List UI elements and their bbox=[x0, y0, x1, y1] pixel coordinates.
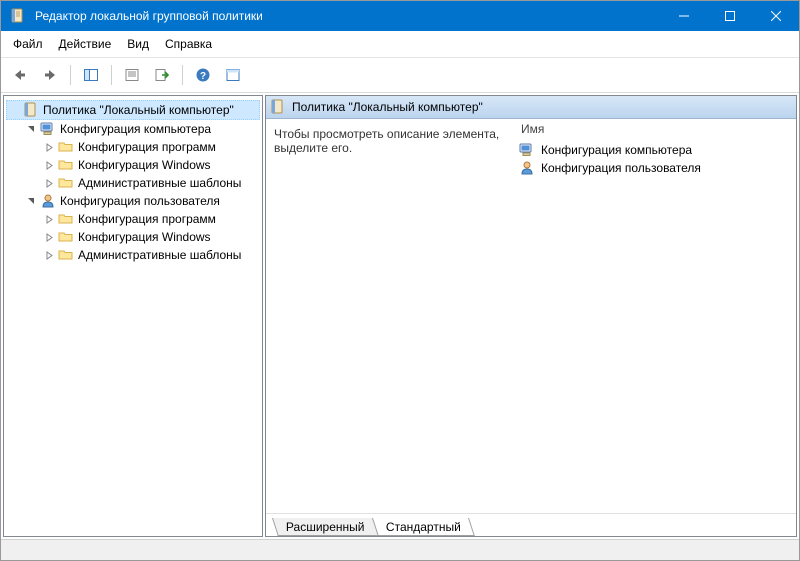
list-item-label: Конфигурация пользователя bbox=[541, 161, 701, 175]
policy-tree[interactable]: ▶ Политика "Локальный компьютер" bbox=[4, 96, 262, 536]
toolbar-separator bbox=[111, 65, 112, 85]
title-bar[interactable]: Редактор локальной групповой политики bbox=[1, 1, 799, 31]
column-header-name[interactable]: Имя bbox=[515, 119, 796, 139]
view-tabs: Расширенный Стандартный bbox=[266, 513, 796, 536]
toolbar: ? bbox=[1, 58, 799, 93]
description-text: Чтобы просмотреть описание элемента, выд… bbox=[274, 127, 504, 155]
details-header-text: Политика "Локальный компьютер" bbox=[292, 100, 483, 114]
status-bar bbox=[1, 539, 799, 560]
forward-button[interactable] bbox=[37, 62, 63, 88]
details-header: Политика "Локальный компьютер" bbox=[266, 96, 796, 119]
minimize-button[interactable] bbox=[661, 1, 707, 31]
list-item-label: Конфигурация компьютера bbox=[541, 143, 692, 157]
tree-pane: ▶ Политика "Локальный компьютер" bbox=[3, 95, 263, 537]
tree-label: Конфигурация Windows bbox=[78, 158, 211, 172]
tree-user-config[interactable]: Конфигурация пользователя bbox=[24, 192, 260, 210]
user-icon bbox=[519, 160, 535, 176]
tree-root[interactable]: ▶ Политика "Локальный компьютер" bbox=[6, 100, 260, 120]
toolbar-separator bbox=[182, 65, 183, 85]
menu-action[interactable]: Действие bbox=[53, 35, 118, 53]
tree-label: Конфигурация компьютера bbox=[60, 122, 211, 136]
maximize-button[interactable] bbox=[707, 1, 753, 31]
window-title: Редактор локальной групповой политики bbox=[35, 9, 661, 23]
tree-admin-templates[interactable]: Административные шаблоны bbox=[42, 246, 260, 264]
description-pane: Чтобы просмотреть описание элемента, выд… bbox=[266, 119, 515, 513]
tree-twisty-collapsed[interactable] bbox=[42, 158, 56, 172]
folder-icon bbox=[58, 157, 74, 173]
tree-windows-settings[interactable]: Конфигурация Windows bbox=[42, 228, 260, 246]
tree-twisty-collapsed[interactable] bbox=[42, 230, 56, 244]
tree-software-settings[interactable]: Конфигурация программ bbox=[42, 138, 260, 156]
folder-icon bbox=[58, 247, 74, 263]
tree-twisty-collapsed[interactable] bbox=[42, 248, 56, 262]
app-icon bbox=[9, 7, 27, 25]
computer-icon bbox=[40, 121, 56, 137]
list-item-computer-config[interactable]: Конфигурация компьютера bbox=[515, 141, 796, 159]
help-button[interactable]: ? bbox=[190, 62, 216, 88]
tree-twisty-expanded[interactable] bbox=[24, 122, 38, 136]
back-button[interactable] bbox=[7, 62, 33, 88]
folder-icon bbox=[58, 211, 74, 227]
list-pane: Имя Конфигурация компьютера bbox=[515, 119, 796, 513]
main-window: Редактор локальной групповой политики Фа… bbox=[0, 0, 800, 561]
menu-bar: Файл Действие Вид Справка bbox=[1, 31, 799, 58]
tree-twisty-collapsed[interactable] bbox=[42, 140, 56, 154]
tree-label: Конфигурация пользователя bbox=[60, 194, 220, 208]
list-item-user-config[interactable]: Конфигурация пользователя bbox=[515, 159, 796, 177]
policy-icon bbox=[23, 102, 39, 118]
tree-twisty-collapsed[interactable] bbox=[42, 212, 56, 226]
tree-windows-settings[interactable]: Конфигурация Windows bbox=[42, 156, 260, 174]
tree-computer-config[interactable]: Конфигурация компьютера bbox=[24, 120, 260, 138]
tree-twisty-expanded[interactable] bbox=[24, 194, 38, 208]
tree-label: Конфигурация программ bbox=[78, 140, 216, 154]
tree-admin-templates[interactable]: Административные шаблоны bbox=[42, 174, 260, 192]
show-tree-button[interactable] bbox=[78, 62, 104, 88]
client-area: ▶ Политика "Локальный компьютер" bbox=[1, 93, 799, 539]
export-button[interactable] bbox=[149, 62, 175, 88]
tree-twisty-collapsed[interactable] bbox=[42, 176, 56, 190]
tab-standard[interactable]: Стандартный bbox=[372, 518, 475, 536]
folder-icon bbox=[58, 175, 74, 191]
folder-icon bbox=[58, 229, 74, 245]
tree-software-settings[interactable]: Конфигурация программ bbox=[42, 210, 260, 228]
computer-icon bbox=[519, 142, 535, 158]
user-icon bbox=[40, 193, 56, 209]
toolbar-separator bbox=[70, 65, 71, 85]
tree-label: Административные шаблоны bbox=[78, 176, 241, 190]
tree-label: Конфигурация Windows bbox=[78, 230, 211, 244]
menu-view[interactable]: Вид bbox=[121, 35, 155, 53]
menu-file[interactable]: Файл bbox=[7, 35, 49, 53]
menu-help[interactable]: Справка bbox=[159, 35, 218, 53]
filter-button[interactable] bbox=[220, 62, 246, 88]
policy-icon bbox=[270, 99, 286, 115]
close-button[interactable] bbox=[753, 1, 799, 31]
folder-icon bbox=[58, 139, 74, 155]
properties-button[interactable] bbox=[119, 62, 145, 88]
tree-label: Административные шаблоны bbox=[78, 248, 241, 262]
tree-label: Конфигурация программ bbox=[78, 212, 216, 226]
tab-extended[interactable]: Расширенный bbox=[272, 518, 378, 536]
tree-label: Политика "Локальный компьютер" bbox=[43, 103, 234, 117]
svg-text:?: ? bbox=[200, 71, 206, 82]
details-pane: Политика "Локальный компьютер" Чтобы про… bbox=[265, 95, 797, 537]
